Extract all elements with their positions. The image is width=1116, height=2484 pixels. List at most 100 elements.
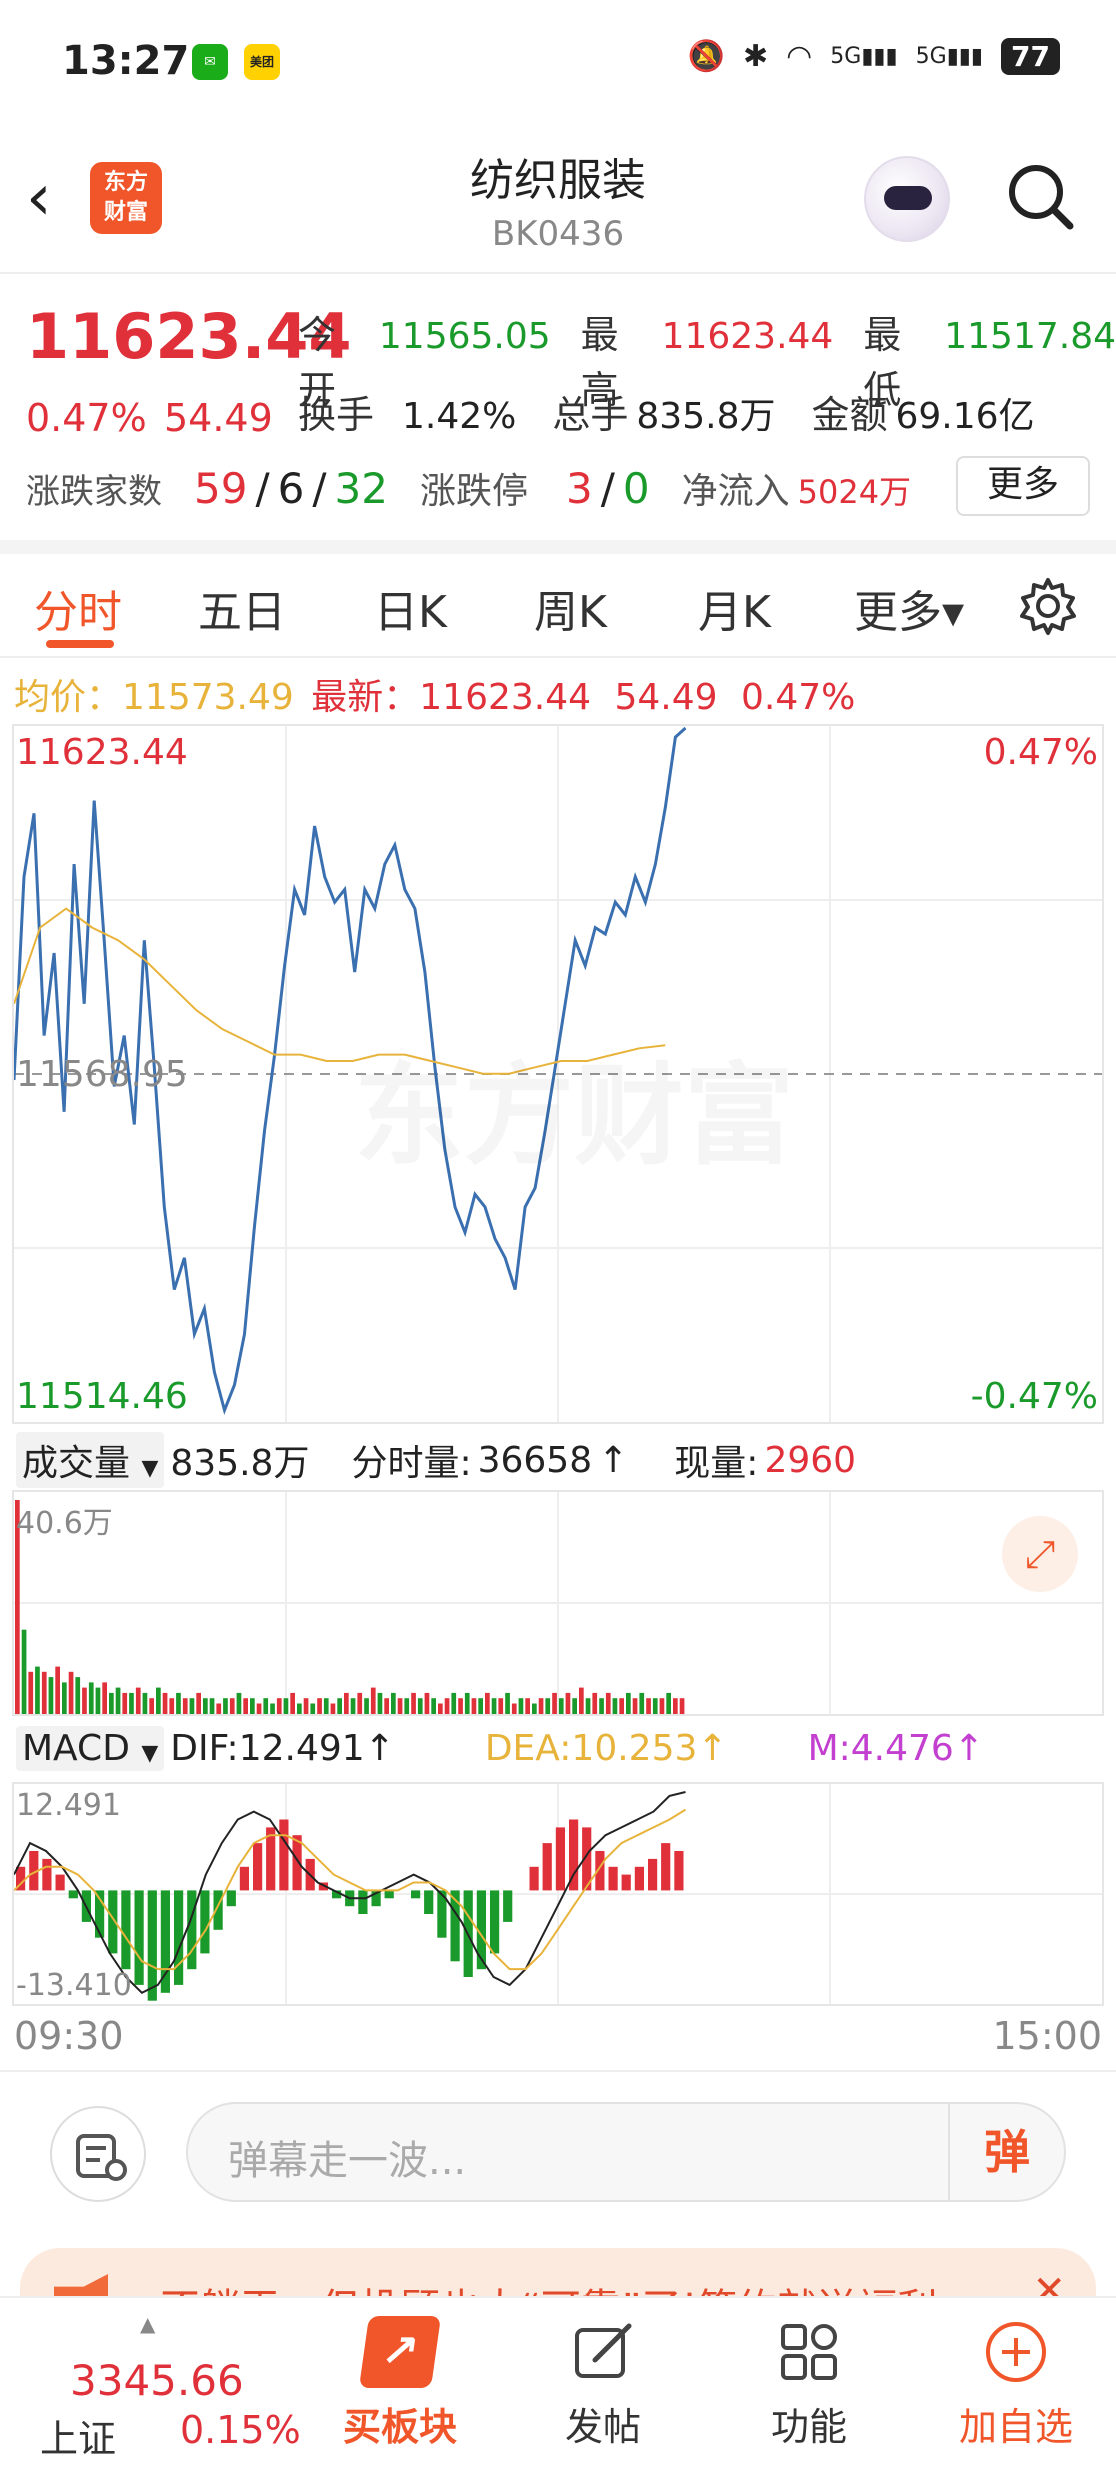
tab-functions[interactable]: 功能	[744, 2316, 874, 2451]
macd-chart[interactable]: 12.491 -13.410	[12, 1782, 1104, 2006]
limit-sep: /	[600, 464, 615, 513]
volume-title: 成交量	[22, 1443, 131, 1484]
pct-max-label: 0.47%	[983, 732, 1098, 773]
sector-code: BK0436	[491, 214, 625, 254]
tab-five-day[interactable]: 五日	[198, 576, 286, 640]
buy-sector-icon: ↗	[358, 2316, 442, 2388]
caret-up-icon: ▲	[140, 2312, 156, 2336]
divider	[0, 2070, 1116, 2072]
volume-bar	[498, 1698, 504, 1714]
dif-value: 12.491↑	[238, 1728, 395, 1769]
tab-daily-k[interactable]: 日K	[374, 576, 447, 640]
volume-bar	[276, 1698, 282, 1714]
volume-selector[interactable]: 成交量 ▼	[16, 1432, 165, 1488]
volume-bar	[297, 1703, 302, 1714]
settings-gear-icon[interactable]	[1018, 576, 1078, 636]
macd-bar	[634, 1866, 644, 1891]
volume-bar	[384, 1698, 389, 1714]
expand-icon[interactable]: ⤢	[1002, 1516, 1078, 1592]
volume-bar	[330, 1703, 336, 1714]
tab-monthly-k[interactable]: 月K	[698, 576, 771, 640]
search-icon[interactable]	[1004, 160, 1076, 232]
volume-value: 835.8万	[636, 396, 776, 437]
volume-bar	[538, 1698, 544, 1714]
latest-pct: 0.47%	[741, 677, 856, 718]
volume-max-label: 40.6万	[16, 1506, 113, 1541]
breadth-sep-1: /	[255, 464, 270, 513]
volume-bar	[256, 1703, 262, 1714]
macd-bar	[239, 1866, 249, 1891]
volume-bar	[263, 1698, 269, 1714]
macd-selector[interactable]: MACD ▼	[16, 1726, 165, 1771]
volume-bar	[182, 1698, 188, 1714]
more-button[interactable]: 更多	[956, 456, 1090, 516]
volume-bar	[283, 1698, 289, 1714]
volume-bar	[129, 1692, 134, 1714]
tab-weekly-k[interactable]: 周K	[534, 576, 607, 640]
volume-bar	[303, 1698, 309, 1714]
macd-bar	[147, 1890, 157, 2001]
volume-bar	[646, 1698, 651, 1714]
volume-chart[interactable]: 40.6万 ⤢	[12, 1490, 1104, 1716]
tab-more[interactable]: 更多▾	[854, 576, 964, 640]
avg-label: 均价：	[14, 677, 123, 718]
tab-add-watchlist[interactable]: 加自选	[946, 2316, 1086, 2451]
volume-bar	[357, 1692, 363, 1714]
tab-intraday[interactable]: 分时	[34, 576, 122, 640]
macd-header: MACD ▼ DIF: 12.491↑ DEA: 10.253↑ M: 4.476↑	[16, 1726, 984, 1771]
volume-bar	[411, 1692, 416, 1714]
volume-bar	[679, 1698, 685, 1714]
dea-label: DEA:	[484, 1728, 572, 1769]
macd-bar	[424, 1890, 434, 1914]
volume-bar	[196, 1692, 201, 1714]
macd-bar	[121, 1890, 131, 1970]
macd-bar	[621, 1874, 631, 1891]
volume-bar	[666, 1692, 671, 1714]
volume-bar	[156, 1687, 161, 1714]
signal-icon: 5G▮▮▮	[830, 44, 898, 69]
robot-assistant-icon[interactable]	[864, 156, 950, 242]
low-value: 11517.84	[944, 316, 1116, 357]
macd-bar	[358, 1890, 368, 1914]
m-label: M:	[807, 1728, 851, 1769]
bluetooth-icon: ✱	[742, 39, 769, 74]
macd-bar	[555, 1827, 565, 1891]
danmu-input[interactable]: 弹幕走一波... 弹	[186, 2102, 1066, 2202]
volume-bar	[485, 1692, 490, 1714]
bottom-tab-bar: 3345.66 上证 0.15% ▲ ↗ 买板块 发帖 功能 加自选	[0, 2296, 1116, 2484]
chart-tabs: 分时 五日 日K 周K 月K 更多▾	[0, 560, 1116, 660]
macd-bar	[608, 1866, 618, 1891]
volume-bar	[458, 1698, 463, 1714]
volume-bar	[444, 1698, 450, 1714]
volume-bar	[88, 1682, 94, 1714]
macd-min-label: -13.410	[16, 1968, 132, 2003]
volume-bar	[149, 1698, 154, 1714]
volume-bar	[585, 1698, 591, 1714]
tab-post[interactable]: 发帖	[538, 2316, 668, 2451]
volume-bar	[250, 1698, 255, 1714]
volume-bar	[619, 1698, 624, 1714]
danmu-send-button[interactable]: 弹	[948, 2104, 1064, 2200]
breadth-flat: 6	[277, 464, 305, 513]
volume-bar	[115, 1687, 121, 1714]
volume-bar	[189, 1698, 195, 1714]
macd-bar	[279, 1819, 289, 1891]
macd-max-label: 12.491	[16, 1788, 121, 1823]
volume-bar	[558, 1698, 564, 1714]
danmu-settings-icon[interactable]	[50, 2106, 146, 2202]
latest-change: 54.49	[614, 677, 718, 718]
tab-buy-sector[interactable]: ↗ 买板块	[330, 2316, 470, 2451]
status-bar: 13:27 ✉ 美团 🔕 ✱ ◠ 5G▮▮▮ 5G▮▮▮ 77	[0, 0, 1116, 120]
breadth-up: 59	[194, 464, 248, 513]
limit-down: 0	[622, 464, 650, 513]
netflow-value: 5024万	[797, 473, 912, 511]
volume-bar	[48, 1677, 54, 1714]
status-time: 13:27	[62, 38, 190, 84]
macd-bar	[42, 1858, 52, 1891]
volume-bar	[518, 1698, 524, 1714]
volume-bar	[545, 1698, 551, 1714]
y-min-label: 11514.46	[16, 1376, 188, 1417]
index-ticker[interactable]: 3345.66 上证 0.15% ▲	[0, 2298, 301, 2484]
volume-bar	[337, 1698, 342, 1714]
intraday-price-chart[interactable]: 东方财富 11623.44 11568.95 11514.46 0.47% -0…	[12, 724, 1104, 1424]
